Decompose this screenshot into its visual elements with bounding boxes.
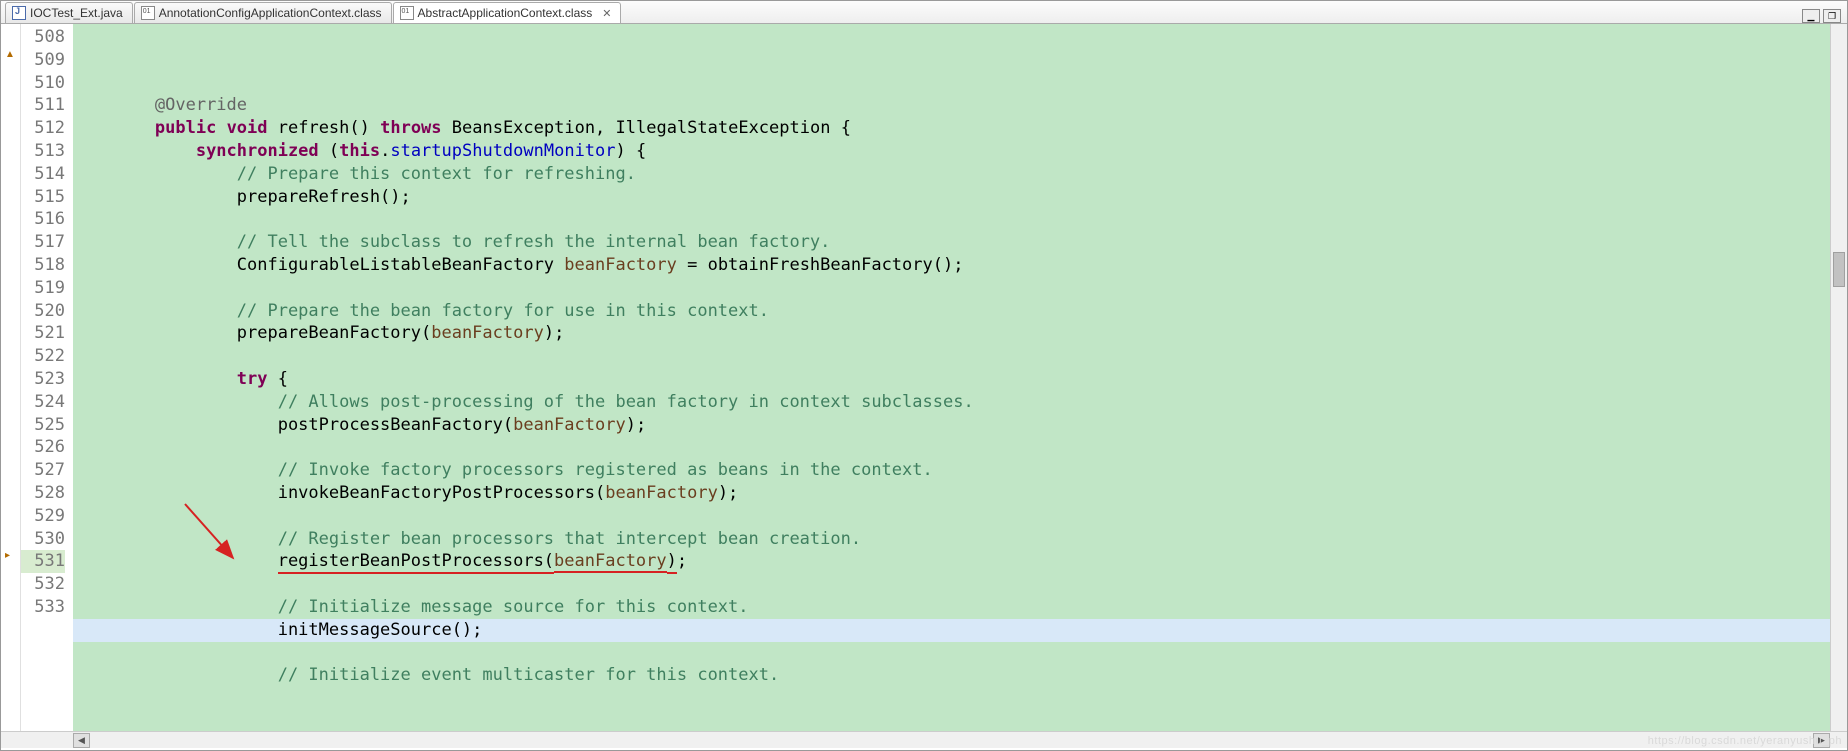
tab-label: AnnotationConfigApplicationContext.class (159, 6, 382, 20)
code-line[interactable]: // Tell the subclass to refresh the inte… (73, 231, 1830, 254)
code-line[interactable]: public void refresh() throws BeansExcept… (73, 117, 1830, 140)
code-line[interactable] (73, 345, 1830, 368)
scroll-left-button[interactable]: ◀ (73, 733, 90, 748)
code-line[interactable]: postProcessBeanFactory(beanFactory); (73, 414, 1830, 437)
code-line[interactable]: @Override (73, 94, 1830, 117)
code-line[interactable]: invokeBeanFactoryPostProcessors(beanFact… (73, 482, 1830, 505)
tab-ioctest[interactable]: IOCTest_Ext.java (5, 2, 133, 23)
code-line[interactable]: // Prepare this context for refreshing. (73, 163, 1830, 186)
tab-abstractcontext[interactable]: AbstractApplicationContext.class ✕ (393, 2, 622, 23)
code-line[interactable]: // Register bean processors that interce… (73, 528, 1830, 551)
code-line[interactable]: registerBeanPostProcessors(beanFactory); (73, 550, 1830, 573)
code-line[interactable]: // Initialize event multicaster for this… (73, 664, 1830, 687)
horizontal-scrollbar[interactable]: ◀ ▶ (1, 731, 1847, 748)
code-line[interactable]: try { (73, 368, 1830, 391)
code-editor[interactable]: @Override public void refresh() throws B… (73, 24, 1830, 731)
code-line[interactable]: // Invoke factory processors registered … (73, 459, 1830, 482)
code-line[interactable]: ConfigurableListableBeanFactory beanFact… (73, 254, 1830, 277)
editor-window-buttons: ▁ ❐ (1802, 9, 1847, 23)
class-file-icon (400, 6, 414, 20)
code-line[interactable] (73, 505, 1830, 528)
code-line[interactable]: initMessageSource(); (73, 619, 1830, 642)
override-marker-icon[interactable]: ▲ (5, 49, 15, 60)
editor-body: ▲ ▸ 508509510511512513514515516517518519… (1, 24, 1847, 731)
tab-annotationcontext[interactable]: AnnotationConfigApplicationContext.class (134, 2, 392, 23)
code-line[interactable] (73, 436, 1830, 459)
code-line[interactable] (73, 208, 1830, 231)
tab-label: IOCTest_Ext.java (30, 6, 123, 20)
editor-tabs: IOCTest_Ext.java AnnotationConfigApplica… (1, 1, 1847, 24)
tab-label: AbstractApplicationContext.class (418, 6, 593, 20)
code-line[interactable]: // Initialize message source for this co… (73, 596, 1830, 619)
code-line[interactable]: prepareBeanFactory(beanFactory); (73, 322, 1830, 345)
annotation-ruler[interactable]: ▲ ▸ (1, 24, 21, 731)
vertical-scrollbar[interactable] (1830, 24, 1847, 731)
code-line[interactable]: prepareRefresh(); (73, 186, 1830, 209)
java-file-icon (12, 6, 26, 20)
code-line[interactable] (73, 277, 1830, 300)
line-number-gutter[interactable]: 5085095105115125135145155165175185195205… (21, 24, 73, 731)
close-icon[interactable]: ✕ (602, 7, 611, 20)
minimize-button[interactable]: ▁ (1802, 9, 1820, 23)
breakpoint-marker-icon[interactable]: ▸ (5, 550, 10, 561)
code-line[interactable]: synchronized (this.startupShutdownMonito… (73, 140, 1830, 163)
code-line[interactable]: // Prepare the bean factory for use in t… (73, 300, 1830, 323)
watermark-text: https://blog.csdn.net/yeranyushu_ph (1648, 735, 1842, 747)
class-file-icon (141, 6, 155, 20)
scrollbar-thumb[interactable] (1833, 252, 1845, 287)
maximize-button[interactable]: ❐ (1823, 9, 1841, 23)
code-line[interactable] (73, 573, 1830, 596)
code-line[interactable] (73, 642, 1830, 665)
code-line[interactable]: // Allows post-processing of the bean fa… (73, 391, 1830, 414)
